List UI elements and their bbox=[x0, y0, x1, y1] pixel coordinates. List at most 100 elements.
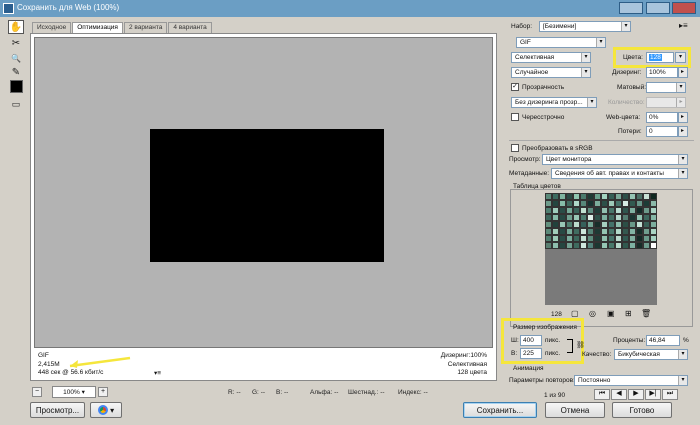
maximize-button[interactable] bbox=[646, 2, 670, 14]
color-swatch[interactable] bbox=[573, 221, 580, 228]
done-button[interactable]: Готово bbox=[612, 402, 672, 418]
browser-select-button[interactable]: ▾ bbox=[90, 402, 122, 418]
color-swatch[interactable] bbox=[559, 207, 566, 214]
color-swatch[interactable] bbox=[601, 207, 608, 214]
color-swatch[interactable] bbox=[594, 228, 601, 235]
close-button[interactable] bbox=[672, 2, 696, 14]
color-swatch[interactable] bbox=[594, 200, 601, 207]
color-swatch[interactable] bbox=[580, 221, 587, 228]
color-swatch[interactable] bbox=[559, 214, 566, 221]
zoom-out-button[interactable]: − bbox=[32, 387, 42, 397]
color-swatch[interactable] bbox=[643, 242, 650, 249]
color-swatch[interactable] bbox=[608, 207, 615, 214]
color-swatch[interactable] bbox=[545, 193, 552, 200]
width-field[interactable]: 400 bbox=[520, 335, 542, 346]
color-swatch[interactable] bbox=[601, 242, 608, 249]
panel-menu-icon[interactable]: ▸≡ bbox=[679, 21, 688, 30]
interlaced-checkbox[interactable] bbox=[511, 113, 519, 121]
color-swatch[interactable] bbox=[566, 214, 573, 221]
color-swatch[interactable] bbox=[566, 207, 573, 214]
color-swatch[interactable] bbox=[636, 221, 643, 228]
zoom-in-button[interactable]: + bbox=[98, 387, 108, 397]
color-swatch[interactable] bbox=[573, 242, 580, 249]
new-color-icon[interactable]: ⊞ bbox=[625, 309, 632, 318]
color-swatch[interactable] bbox=[552, 242, 559, 249]
color-swatch[interactable] bbox=[601, 193, 608, 200]
color-swatch[interactable] bbox=[615, 221, 622, 228]
color-swatch[interactable] bbox=[587, 200, 594, 207]
lock-color-icon[interactable]: ▣ bbox=[607, 309, 615, 318]
color-swatch[interactable] bbox=[650, 242, 657, 249]
transparency-checkbox[interactable]: ✓ bbox=[511, 83, 519, 91]
color-swatch[interactable] bbox=[622, 193, 629, 200]
color-swatch[interactable] bbox=[601, 228, 608, 235]
color-swatch[interactable] bbox=[608, 221, 615, 228]
color-swatch[interactable] bbox=[552, 235, 559, 242]
color-swatch[interactable] bbox=[615, 214, 622, 221]
color-swatch[interactable] bbox=[622, 200, 629, 207]
height-field[interactable]: 225 bbox=[520, 348, 542, 359]
color-swatch[interactable] bbox=[622, 235, 629, 242]
metadata-select[interactable]: Сведения об авт. правах и контакты ▾ bbox=[551, 168, 688, 179]
color-swatch[interactable] bbox=[615, 200, 622, 207]
color-swatch[interactable] bbox=[622, 228, 629, 235]
color-swatch[interactable] bbox=[559, 228, 566, 235]
color-swatch[interactable] bbox=[573, 207, 580, 214]
lossy-stepper[interactable]: ▸ bbox=[678, 126, 688, 137]
color-swatch[interactable] bbox=[594, 193, 601, 200]
color-swatch[interactable] bbox=[573, 235, 580, 242]
color-swatch[interactable] bbox=[594, 207, 601, 214]
chain-link-icon[interactable]: ⛓ bbox=[576, 341, 585, 349]
color-swatch[interactable] bbox=[643, 200, 650, 207]
info-menu-icon[interactable]: ▾≡ bbox=[154, 369, 161, 377]
first-frame-icon[interactable]: ⏮ bbox=[594, 389, 610, 400]
matte-select[interactable]: ▾ bbox=[646, 82, 686, 93]
color-swatch[interactable] bbox=[552, 193, 559, 200]
color-swatch[interactable] bbox=[580, 193, 587, 200]
color-swatch[interactable] bbox=[566, 235, 573, 242]
color-swatch[interactable] bbox=[587, 207, 594, 214]
dither-field[interactable]: 100% bbox=[646, 67, 678, 78]
color-swatch[interactable] bbox=[559, 200, 566, 207]
color-swatch[interactable] bbox=[552, 221, 559, 228]
web-shift-icon[interactable]: ◎ bbox=[589, 309, 596, 318]
color-swatch[interactable] bbox=[545, 242, 552, 249]
color-swatch[interactable] bbox=[650, 214, 657, 221]
preset-select[interactable]: [Безимени] ▾ bbox=[539, 21, 631, 32]
color-swatch[interactable] bbox=[643, 228, 650, 235]
color-swatch[interactable] bbox=[573, 193, 580, 200]
color-swatch[interactable] bbox=[545, 207, 552, 214]
color-swatch[interactable] bbox=[545, 200, 552, 207]
trash-icon[interactable]: 🗑 bbox=[641, 309, 651, 318]
color-swatch[interactable] bbox=[629, 235, 636, 242]
color-swatch[interactable] bbox=[608, 228, 615, 235]
color-swatch[interactable] bbox=[608, 235, 615, 242]
color-swatch[interactable] bbox=[643, 235, 650, 242]
color-swatch[interactable] bbox=[580, 200, 587, 207]
color-swatch[interactable] bbox=[566, 200, 573, 207]
eyedropper-color-swatch[interactable] bbox=[10, 80, 23, 93]
minimize-button[interactable] bbox=[619, 2, 643, 14]
loop-select[interactable]: Постоянно ▾ bbox=[574, 375, 688, 386]
color-swatch[interactable] bbox=[566, 193, 573, 200]
color-swatch[interactable] bbox=[615, 228, 622, 235]
color-swatch[interactable] bbox=[580, 228, 587, 235]
color-swatch[interactable] bbox=[552, 200, 559, 207]
color-swatch[interactable] bbox=[629, 242, 636, 249]
srgb-checkbox[interactable] bbox=[511, 144, 519, 152]
zoom-icon[interactable]: 🔍 bbox=[8, 51, 24, 65]
color-swatch[interactable] bbox=[580, 214, 587, 221]
transparency-dither-select[interactable]: Без дизеринга прозр... ▾ bbox=[511, 97, 597, 108]
color-swatch[interactable] bbox=[636, 193, 643, 200]
color-swatch[interactable] bbox=[566, 242, 573, 249]
color-swatch[interactable] bbox=[608, 193, 615, 200]
color-swatch[interactable] bbox=[608, 200, 615, 207]
color-swatch[interactable] bbox=[622, 221, 629, 228]
color-swatch[interactable] bbox=[601, 214, 608, 221]
color-swatch[interactable] bbox=[580, 207, 587, 214]
color-swatch[interactable] bbox=[559, 193, 566, 200]
last-frame-icon[interactable]: ⏭ bbox=[662, 389, 678, 400]
color-table-grid[interactable] bbox=[545, 193, 657, 249]
color-swatch[interactable] bbox=[629, 221, 636, 228]
color-swatch[interactable] bbox=[552, 228, 559, 235]
